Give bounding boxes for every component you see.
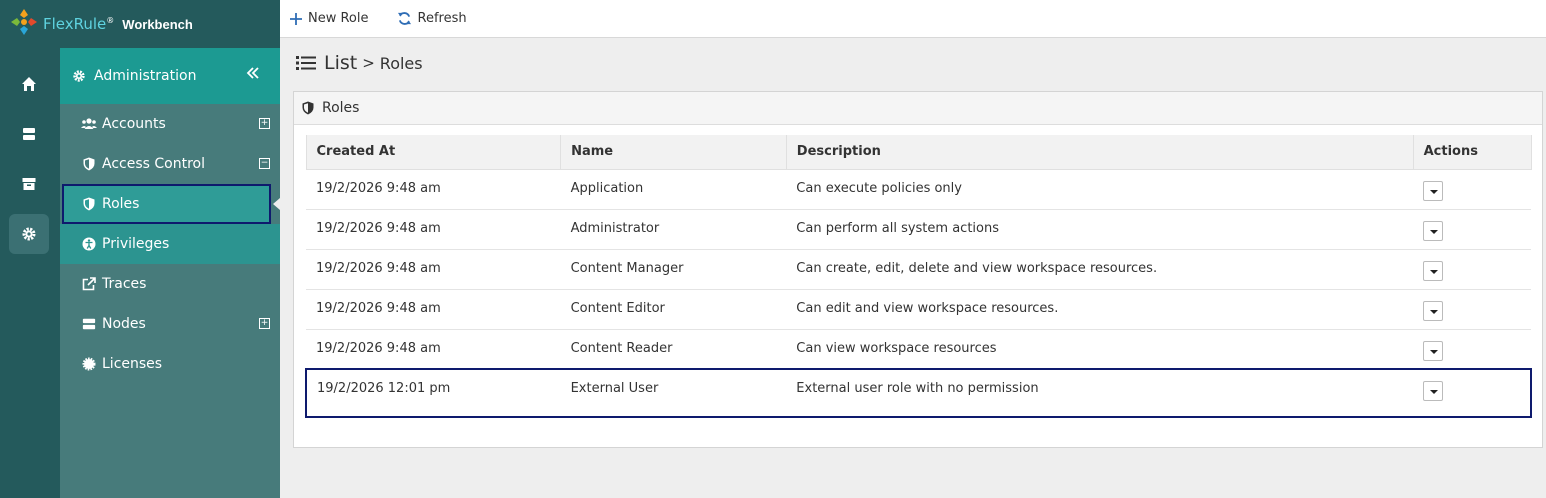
cell-description: Can create, edit, delete and view worksp…: [786, 248, 1414, 289]
cell-created-at: 19/2/2026 9:48 am: [306, 288, 561, 329]
gear-icon[interactable]: [9, 214, 49, 254]
column-header-actions: Actions: [1412, 135, 1532, 170]
actions-dropdown-button[interactable]: [1423, 220, 1444, 241]
column-header-created-at[interactable]: Created At: [305, 135, 562, 170]
table-row[interactable]: 19/2/2026 9:48 am Content Reader Can vie…: [306, 328, 1531, 369]
shield-icon: [80, 195, 98, 213]
roles-panel: Roles Created At Name Description Action…: [293, 91, 1543, 448]
cell-created-at: 19/2/2026 9:48 am: [306, 168, 561, 209]
actions-dropdown-button[interactable]: [1423, 180, 1444, 201]
sidebar-item-access-control[interactable]: Access Control −: [60, 144, 280, 184]
list-icon: [296, 55, 316, 71]
cell-description: Can perform all system actions: [786, 208, 1414, 249]
admin-nav: Administration Accounts + Access Control…: [60, 48, 280, 498]
cell-actions: [1413, 328, 1531, 369]
sidebar-item-label: Roles: [102, 196, 140, 212]
cell-actions: [1413, 288, 1531, 329]
page-title: List > Roles: [296, 52, 423, 74]
cell-created-at: 19/2/2026 12:01 pm: [305, 368, 561, 418]
sidebar-item-label: Accounts: [102, 116, 166, 132]
table-row[interactable]: 19/2/2026 9:48 am Content Editor Can edi…: [306, 288, 1531, 329]
cell-description: External user role with no permission: [786, 368, 1414, 418]
cell-created-at: 19/2/2026 9:48 am: [306, 328, 561, 369]
actions-dropdown-button[interactable]: [1423, 340, 1444, 361]
actions-dropdown-button[interactable]: [1423, 381, 1444, 401]
cell-created-at: 19/2/2026 9:48 am: [306, 208, 561, 249]
title-text: List: [324, 52, 358, 74]
refresh-icon: [397, 11, 412, 26]
users-icon: [80, 115, 98, 133]
table-row[interactable]: 19/2/2026 9:48 am Content Manager Can cr…: [306, 248, 1531, 289]
cell-description: Can edit and view workspace resources.: [786, 288, 1414, 329]
cell-name: Application: [560, 168, 787, 209]
toolbar: New Role Refresh: [280, 0, 1546, 38]
new-role-label: New Role: [308, 11, 369, 26]
cell-actions: [1413, 248, 1531, 289]
cell-description: Can execute policies only: [786, 168, 1414, 209]
sidebar-item-nodes[interactable]: Nodes +: [60, 304, 280, 344]
actions-dropdown-button[interactable]: [1423, 260, 1444, 281]
accessibility-icon: [80, 235, 98, 253]
sidebar-item-label: Privileges: [102, 236, 170, 252]
gear-icon: [72, 69, 86, 83]
cell-description: Can view workspace resources: [786, 328, 1414, 369]
app-rail: [0, 0, 60, 498]
certificate-icon: [80, 355, 98, 373]
cell-created-at: 19/2/2026 9:48 am: [306, 248, 561, 289]
table-row[interactable]: 19/2/2026 9:48 am Application Can execut…: [306, 168, 1531, 209]
sidebar-item-privileges[interactable]: Privileges: [60, 224, 280, 264]
breadcrumb: Roles: [379, 53, 423, 73]
shield-icon: [302, 101, 314, 115]
expand-icon[interactable]: +: [259, 318, 270, 329]
plus-icon: [290, 12, 302, 25]
cell-actions: [1413, 368, 1532, 418]
nav-header-label: Administration: [94, 68, 197, 84]
collapse-section-icon[interactable]: −: [259, 158, 270, 169]
expand-icon[interactable]: +: [259, 118, 270, 129]
cell-name: Content Editor: [560, 288, 787, 329]
cell-actions: [1413, 168, 1531, 209]
sidebar-item-licenses[interactable]: Licenses: [60, 344, 280, 384]
archive-icon[interactable]: [9, 164, 49, 204]
panel-title: Roles: [322, 100, 360, 116]
external-link-icon: [80, 275, 98, 293]
sidebar-item-label: Nodes: [102, 316, 146, 332]
actions-dropdown-button[interactable]: [1423, 300, 1444, 321]
table-row[interactable]: 19/2/2026 9:48 am Administrator Can perf…: [306, 208, 1531, 249]
home-icon[interactable]: [9, 64, 49, 104]
roles-table: Created At Name Description Actions 19/2…: [305, 135, 1532, 418]
cell-name: Administrator: [560, 208, 787, 249]
refresh-button[interactable]: Refresh: [397, 11, 467, 26]
sidebar-item-label: Licenses: [102, 356, 163, 372]
server-icon[interactable]: [9, 114, 49, 154]
table-row-highlighted[interactable]: 19/2/2026 12:01 pm External User Externa…: [305, 368, 1532, 418]
sidebar-item-roles[interactable]: Roles: [62, 184, 280, 224]
shield-icon: [80, 155, 98, 173]
cell-name: Content Reader: [560, 328, 787, 369]
brand-subtitle: Workbench: [122, 16, 193, 32]
sidebar-item-accounts[interactable]: Accounts +: [60, 104, 280, 144]
breadcrumb-separator: >: [362, 54, 375, 72]
table-header-row: Created At Name Description Actions: [305, 135, 1532, 170]
sidebar-item-label: Traces: [102, 276, 147, 292]
server-icon: [80, 315, 98, 333]
sidebar-item-traces[interactable]: Traces: [60, 264, 280, 304]
brand-name: FlexRule®: [43, 15, 115, 33]
column-header-description[interactable]: Description: [785, 135, 1414, 170]
column-header-name[interactable]: Name: [560, 135, 787, 170]
panel-header: Roles: [294, 92, 1542, 125]
logo-icon: [9, 7, 39, 41]
refresh-label: Refresh: [417, 11, 467, 26]
new-role-button[interactable]: New Role: [290, 11, 369, 26]
cell-name: Content Manager: [560, 248, 787, 289]
collapse-icon[interactable]: [246, 66, 260, 84]
cell-actions: [1413, 208, 1531, 249]
cell-name: External User: [560, 368, 787, 418]
nav-header: Administration: [60, 48, 280, 104]
sidebar-item-label: Access Control: [102, 156, 205, 172]
brand: FlexRule® Workbench: [0, 0, 280, 48]
